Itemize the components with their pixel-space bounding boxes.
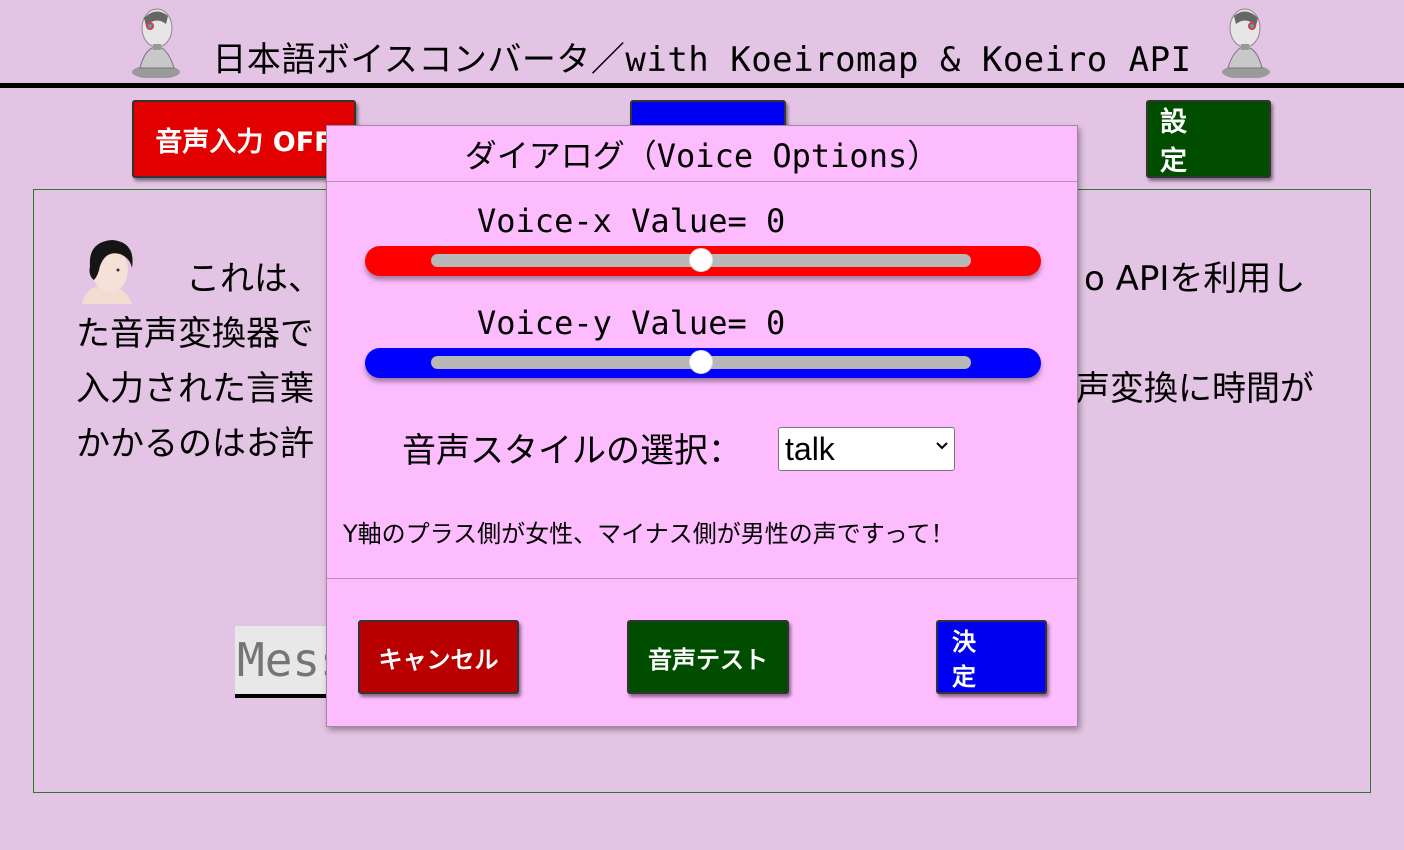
intro-line: これは、 [186,259,322,299]
settings-button[interactable]: 設 定 [1146,100,1271,178]
dialog-divider [327,181,1077,182]
voice-x-slider-thumb[interactable] [689,248,713,272]
voice-y-label: Voice-y Value= 0 [477,304,786,342]
intro-line: 声変換に時間が [1076,369,1314,409]
intro-line: た音声変換器で [76,314,314,354]
voice-style-select[interactable]: talk [778,427,955,471]
voice-y-slider-thumb[interactable] [689,350,713,374]
intro-line: o APIを利用し [1084,259,1306,299]
voice-test-button[interactable]: 音声テスト [627,620,789,694]
confirm-button[interactable]: 決 定 [936,620,1047,694]
voice-input-toggle-button[interactable]: 音声入力 OFF [132,100,356,178]
voice-y-slider[interactable] [365,348,1041,378]
cancel-button[interactable]: キャンセル [358,620,519,694]
voice-options-dialog: ダイアログ（Voice Options） Voice-x Value= 0 Vo… [326,125,1078,727]
dialog-title: ダイアログ（Voice Options） [464,136,940,175]
intro-line: 入力された言葉 [76,369,314,409]
voice-style-selected: talk [785,430,835,467]
voice-note: Y軸のプラス側が女性、マイナス側が男性の声ですって！ [343,520,955,548]
app-title: 日本語ボイスコンバータ／with Koeiromap & Koeiro API [212,40,1192,80]
voice-x-label: Voice-x Value= 0 [477,202,786,240]
intro-line: かかるのはお許 [76,424,314,464]
title-divider [0,83,1404,88]
voice-x-slider[interactable] [365,246,1041,276]
voice-style-label: 音声スタイルの選択： [402,431,742,471]
dialog-divider [327,578,1077,579]
chevron-down-icon [936,442,948,450]
